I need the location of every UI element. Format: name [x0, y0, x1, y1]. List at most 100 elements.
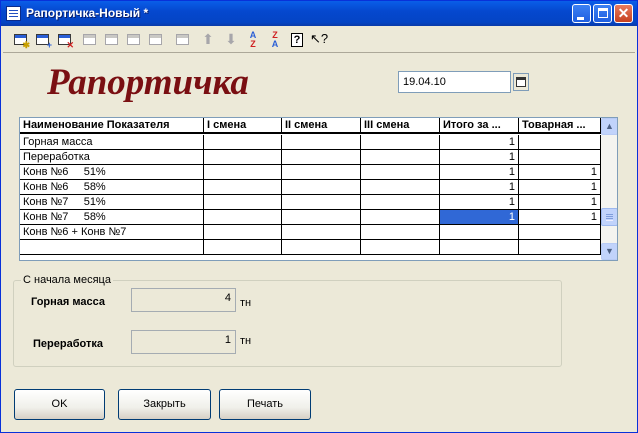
table-disabled-icon: [176, 34, 189, 45]
table-cell[interactable]: [204, 240, 282, 255]
table-cell[interactable]: [361, 165, 440, 180]
table-cell[interactable]: [361, 210, 440, 225]
table-cell[interactable]: 1: [440, 210, 519, 225]
table-cell[interactable]: [361, 225, 440, 240]
column-header[interactable]: Товарная ...: [519, 118, 601, 134]
table-cell[interactable]: Конв №7 51%: [20, 195, 204, 210]
table-cell[interactable]: [440, 225, 519, 240]
table-cell[interactable]: Горная масса: [20, 135, 204, 150]
scroll-thumb[interactable]: [601, 208, 617, 226]
copy-row-button[interactable]: +: [33, 30, 53, 50]
maximize-button[interactable]: [593, 4, 612, 23]
table-cell[interactable]: [282, 195, 361, 210]
column-header[interactable]: II смена: [282, 118, 361, 134]
window-title: Рапортичка-Новый *: [26, 6, 149, 20]
add-row-button[interactable]: ✱: [11, 30, 31, 50]
table-cell[interactable]: [204, 195, 282, 210]
table-cell[interactable]: [20, 240, 204, 255]
minimize-button[interactable]: [572, 4, 591, 23]
minimize-icon: [577, 17, 584, 20]
table-cell[interactable]: [282, 180, 361, 195]
calendar-icon: [516, 77, 526, 87]
table-cell[interactable]: [204, 225, 282, 240]
sort-za-icon: ZA: [271, 30, 279, 49]
sort-asc-button[interactable]: AZ: [243, 30, 263, 50]
disabled-tool-button-3[interactable]: [124, 30, 144, 50]
table-cell[interactable]: 1: [440, 135, 519, 150]
table-disabled-icon: [127, 34, 140, 45]
table-cell[interactable]: [440, 240, 519, 255]
table-cell[interactable]: [204, 180, 282, 195]
table-cell[interactable]: 1: [440, 150, 519, 165]
table-cell[interactable]: 1: [519, 210, 601, 225]
sort-desc-button[interactable]: ZA: [265, 30, 285, 50]
table-cell[interactable]: [282, 210, 361, 225]
table-cell[interactable]: 1: [519, 165, 601, 180]
date-field[interactable]: 19.04.10: [398, 71, 511, 93]
table-cell[interactable]: [204, 150, 282, 165]
column-header[interactable]: III смена: [361, 118, 440, 134]
close-button[interactable]: Закрыть: [118, 389, 211, 420]
table-cell[interactable]: [282, 165, 361, 180]
column-header[interactable]: I смена: [204, 118, 282, 134]
table-cell[interactable]: Переработка: [20, 150, 204, 165]
help-button[interactable]: ?: [287, 30, 307, 50]
table-cell[interactable]: Конв №7 58%: [20, 210, 204, 225]
move-down-button[interactable]: ⬇: [221, 30, 241, 50]
table-cell[interactable]: [282, 225, 361, 240]
disabled-tool-button-2[interactable]: [102, 30, 122, 50]
table-cell[interactable]: [361, 135, 440, 150]
delete-row-button[interactable]: ✕: [55, 30, 75, 50]
disabled-tool-button-5[interactable]: [173, 30, 193, 50]
table-cell[interactable]: [282, 135, 361, 150]
title-bar[interactable]: Рапортичка-Новый * ✕: [1, 1, 637, 26]
close-window-button[interactable]: ✕: [614, 4, 633, 23]
report-window: Рапортичка-Новый * ✕ ✱ + ✕ ⬆ ⬇ AZ ZA ? ↖…: [0, 0, 638, 433]
ok-button[interactable]: OK: [14, 389, 105, 420]
disabled-tool-button-1[interactable]: [80, 30, 100, 50]
sort-az-icon: AZ: [249, 30, 257, 49]
table-cell[interactable]: [519, 150, 601, 165]
table-cell[interactable]: [361, 180, 440, 195]
month-summary-title: С начала месяца: [21, 274, 113, 287]
table-cell[interactable]: 1: [519, 180, 601, 195]
table-cell[interactable]: Конв №6 + Конв №7: [20, 225, 204, 240]
table-disabled-icon: [83, 34, 96, 45]
table-cell[interactable]: [361, 195, 440, 210]
context-help-button[interactable]: ↖?: [309, 30, 329, 50]
maximize-icon: [598, 8, 608, 18]
table-disabled-icon: [105, 34, 118, 45]
column-header[interactable]: Наименование Показателя: [20, 118, 204, 134]
table-cell[interactable]: [361, 240, 440, 255]
table-cell[interactable]: [204, 135, 282, 150]
table-cell[interactable]: 1: [440, 180, 519, 195]
table-cell[interactable]: [519, 240, 601, 255]
table-cell[interactable]: [519, 135, 601, 150]
table-cell[interactable]: Конв №6 51%: [20, 165, 204, 180]
indicators-table[interactable]: ▲ ▼ Наименование Показателя I смена II сме…: [19, 117, 618, 261]
table-cell[interactable]: [361, 150, 440, 165]
disabled-tool-button-4[interactable]: [146, 30, 166, 50]
table-cell[interactable]: [204, 165, 282, 180]
table-disabled-icon: [149, 34, 162, 45]
table-cell[interactable]: [204, 210, 282, 225]
scroll-down-button[interactable]: ▼: [601, 243, 617, 260]
pointer-help-icon: ↖?: [309, 31, 329, 46]
column-header[interactable]: Итого за ...: [440, 118, 519, 134]
table-cell[interactable]: 1: [440, 165, 519, 180]
mining-mass-label: Горная масса: [31, 296, 105, 308]
table-cell[interactable]: 1: [519, 195, 601, 210]
table-cell[interactable]: 1: [440, 195, 519, 210]
table-cell[interactable]: Конв №6 58%: [20, 180, 204, 195]
table-cell[interactable]: [282, 240, 361, 255]
scroll-up-button[interactable]: ▲: [601, 118, 617, 135]
print-button[interactable]: Печать: [219, 389, 311, 420]
help-icon: ?: [291, 33, 303, 47]
arrow-down-icon: ⬇: [225, 31, 237, 47]
processing-unit: тн: [240, 335, 252, 347]
move-up-button[interactable]: ⬆: [198, 30, 218, 50]
date-picker-button[interactable]: [513, 73, 529, 91]
table-cell[interactable]: [519, 225, 601, 240]
table-scrollbar[interactable]: ▲ ▼: [601, 118, 617, 260]
table-cell[interactable]: [282, 150, 361, 165]
